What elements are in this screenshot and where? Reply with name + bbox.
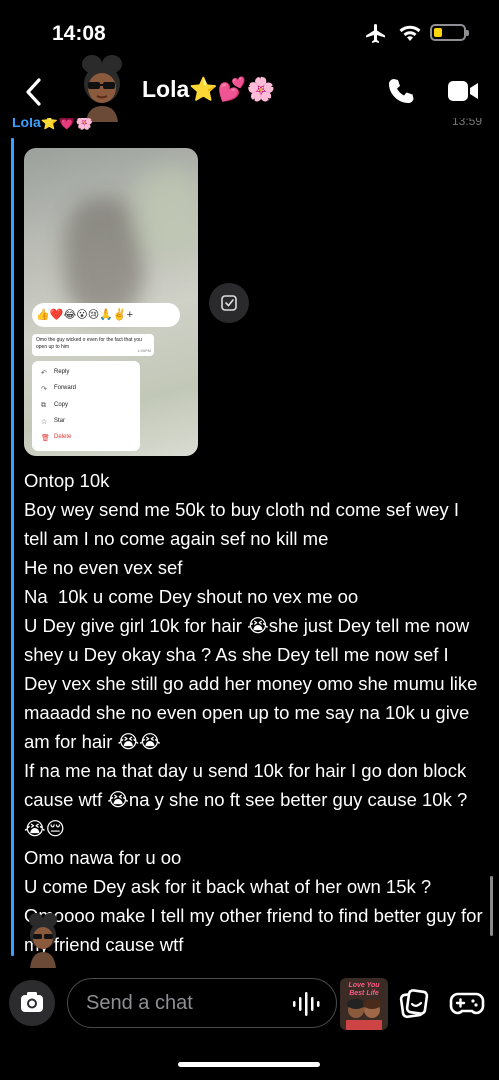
bitmoji-avatar[interactable] bbox=[70, 50, 132, 122]
menu-item-copy: Copy bbox=[54, 402, 69, 408]
quoted-message: Omo the guy wicked o even for the fact t… bbox=[32, 334, 154, 356]
back-chevron-icon[interactable] bbox=[20, 74, 48, 110]
sticker-icon[interactable] bbox=[398, 988, 430, 1020]
sender-name: Lola⭐💗🌸 bbox=[12, 118, 94, 130]
scrollbar[interactable] bbox=[490, 876, 493, 936]
bitmoji-sticker-button[interactable]: Love You Best Life bbox=[340, 978, 388, 1030]
trash-icon: 🗑 bbox=[41, 435, 50, 442]
forward-icon: ↷ bbox=[41, 386, 47, 393]
home-indicator[interactable] bbox=[178, 1062, 320, 1067]
camera-button[interactable] bbox=[9, 980, 55, 1026]
bitmoji-caption: Love You Best Life bbox=[348, 982, 380, 997]
star-icon: ☆ bbox=[41, 419, 48, 426]
video-call-icon[interactable] bbox=[446, 78, 480, 104]
menu-item-forward: Forward bbox=[54, 385, 77, 391]
reply-icon: ↶ bbox=[41, 370, 47, 377]
menu-item-delete: Delete bbox=[54, 434, 72, 440]
message-header: Lola⭐💗🌸 13:59 bbox=[12, 118, 492, 134]
battery-icon bbox=[430, 24, 469, 41]
save-image-button[interactable] bbox=[209, 283, 249, 323]
save-image-icon bbox=[221, 295, 237, 311]
quoted-message-text: Omo the guy wicked o even for the fact t… bbox=[36, 337, 142, 350]
context-menu: ↶ Reply ↷ Forward ⧉ Copy ☆ Star 🗑 Delete bbox=[32, 361, 140, 451]
airplane-icon bbox=[366, 24, 385, 43]
message-text: Ontop 10k Boy wey send me 50k to buy clo… bbox=[24, 470, 483, 955]
copy-icon: ⧉ bbox=[41, 402, 46, 409]
status-time: 14:08 bbox=[52, 22, 106, 45]
phone-icon[interactable] bbox=[386, 76, 416, 106]
typing-bitmoji-avatar bbox=[29, 913, 57, 968]
chat-message-input[interactable]: Send a chat bbox=[67, 978, 337, 1028]
reaction-bar: 👍❤️😂😮😢🙏✌️+ bbox=[32, 303, 180, 327]
wifi-icon bbox=[399, 25, 421, 41]
sender-color-bar bbox=[11, 138, 14, 956]
voice-note-icon[interactable] bbox=[290, 990, 324, 1018]
game-controller-icon[interactable] bbox=[449, 990, 485, 1018]
chat-input-bar: Send a chat Love You Best Life bbox=[0, 975, 499, 1035]
camera-icon bbox=[21, 992, 43, 1012]
message-time: 13:59 bbox=[451, 118, 482, 128]
shared-screenshot-image[interactable]: 👍❤️😂😮😢🙏✌️+ Omo the guy wicked o even for… bbox=[24, 148, 198, 456]
menu-item-star: Star bbox=[54, 418, 66, 424]
chat-input-placeholder: Send a chat bbox=[86, 992, 193, 1014]
chat-header: Lola⭐💕🌸 bbox=[0, 55, 499, 122]
quoted-message-time: 1:55PM bbox=[137, 348, 151, 353]
menu-item-reply: Reply bbox=[54, 369, 70, 375]
chat-title[interactable]: Lola⭐💕🌸 bbox=[142, 76, 275, 103]
